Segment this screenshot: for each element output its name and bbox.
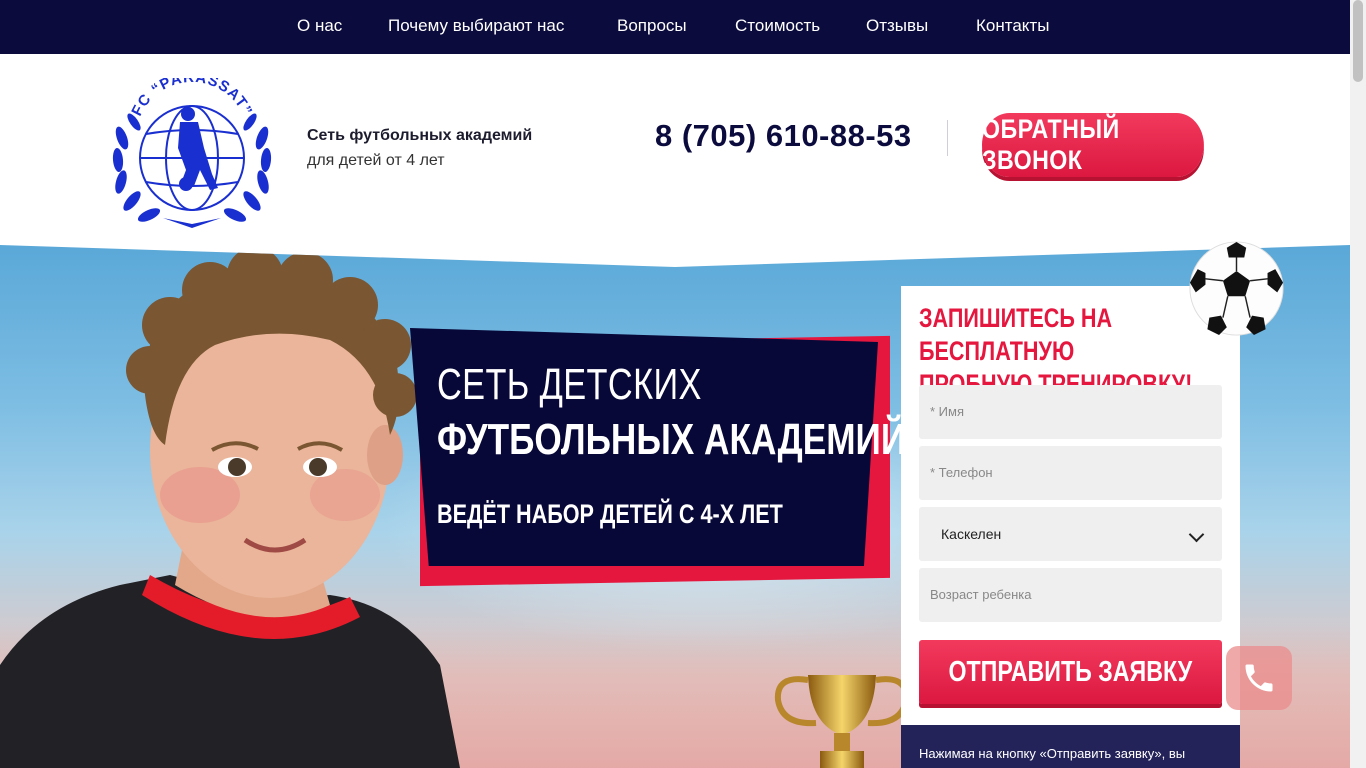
- child-age-placeholder: Возраст ребенка: [930, 587, 1032, 602]
- child-photo: [0, 247, 460, 768]
- signup-form: ЗАПИШИТЕСЬ НА БЕСПЛАТНУЮ ПРОБНУЮ ТРЕНИРО…: [901, 286, 1240, 768]
- phone-icon: [1245, 664, 1273, 692]
- submit-button-label: ОТПРАВИТЬ ЗАЯВКУ: [948, 655, 1193, 688]
- consent-note: Нажимая на кнопку «Отправить заявку», вы: [901, 725, 1240, 768]
- header-phone-link[interactable]: 8 (705) 610-88-53: [655, 118, 912, 154]
- nav-reviews[interactable]: Отзывы: [866, 16, 928, 36]
- header-divider: [947, 120, 948, 156]
- trophy-icon: [774, 675, 910, 768]
- phone-field-placeholder: * Телефон: [930, 465, 993, 480]
- nav-questions[interactable]: Вопросы: [617, 16, 687, 36]
- callback-button[interactable]: ОБРАТНЫЙ ЗВОНОК: [982, 113, 1204, 177]
- chevron-down-icon: [1188, 526, 1205, 543]
- name-field-placeholder: * Имя: [930, 404, 964, 419]
- hero-title-line1: СЕТЬ ДЕТСКИХ: [437, 360, 702, 409]
- page-scrollbar[interactable]: [1350, 0, 1366, 768]
- club-logo[interactable]: FC “PARASSAT”: [108, 69, 276, 230]
- callback-button-label: ОБРАТНЫЙ ЗВОНОК: [982, 114, 1120, 175]
- hero-title-line2: ФУТБОЛЬНЫХ АКАДЕМИЙ: [437, 415, 907, 464]
- city-select-value: Каскелен: [941, 526, 1002, 542]
- consent-note-text: Нажимая на кнопку «Отправить заявку», вы: [919, 746, 1186, 761]
- nav-why-us[interactable]: Почему выбирают нас: [388, 16, 564, 36]
- tagline-title: Сеть футбольных академий: [307, 127, 533, 144]
- child-age-field[interactable]: Возраст ребенка: [919, 568, 1222, 622]
- hero-subtitle: ВЕДЁТ НАБОР ДЕТЕЙ С 4-Х ЛЕТ: [437, 499, 783, 529]
- top-navigation: О нас Почему выбирают нас Вопросы Стоимо…: [0, 0, 1350, 54]
- nav-contacts[interactable]: Контакты: [976, 16, 1049, 36]
- form-title-line1: ЗАПИШИТЕСЬ НА БЕСПЛАТНУЮ: [919, 303, 1113, 366]
- submit-button[interactable]: ОТПРАВИТЬ ЗАЯВКУ: [919, 640, 1222, 704]
- nav-about[interactable]: О нас: [297, 16, 342, 36]
- scrollbar-thumb[interactable]: [1353, 0, 1363, 82]
- name-field[interactable]: * Имя: [919, 385, 1222, 439]
- phone-field[interactable]: * Телефон: [919, 446, 1222, 500]
- soccer-ball-icon: [1189, 241, 1284, 336]
- tagline-subtitle: для детей от 4 лет: [307, 152, 445, 169]
- floating-call-button[interactable]: [1226, 646, 1292, 710]
- nav-pricing[interactable]: Стоимость: [735, 16, 820, 36]
- city-select[interactable]: Каскелен: [919, 507, 1222, 561]
